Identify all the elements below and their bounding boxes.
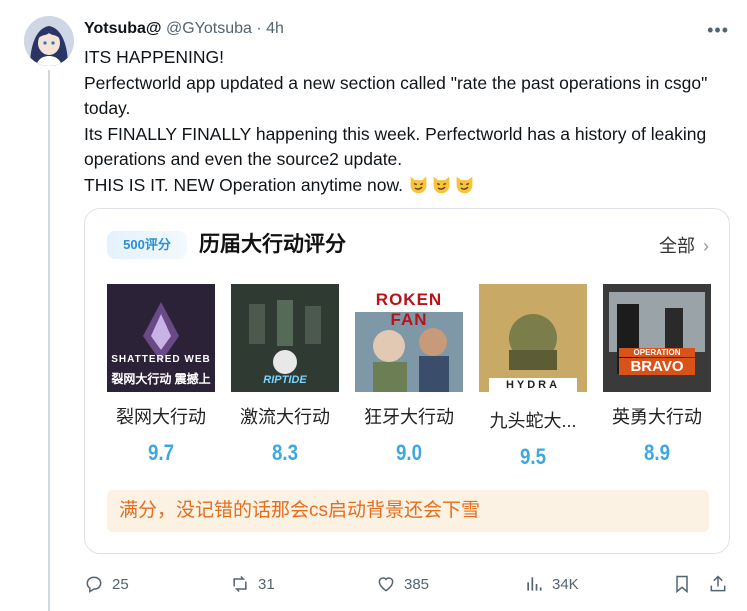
tweet-line: ITS HAPPENING! xyxy=(84,47,225,67)
operation-cover-image: ROKEN FAN xyxy=(355,284,463,392)
operation-name: 狂牙大行动 xyxy=(364,407,454,427)
author-name[interactable]: Yotsuba@ xyxy=(84,20,162,37)
smirking-cat-icon xyxy=(410,176,427,194)
operation-item[interactable]: HYDRA 九头蛇大... 9.5 xyxy=(479,284,587,470)
operation-name: 九头蛇大... xyxy=(489,411,577,431)
tweet-line: THIS IS IT. NEW Operation anytime now. xyxy=(84,173,734,199)
operation-name: 裂网大行动 xyxy=(116,407,206,427)
analytics-icon xyxy=(527,577,542,591)
share-button[interactable] xyxy=(708,571,736,597)
chevron-right-icon: › xyxy=(703,236,709,256)
like-count: 385 xyxy=(404,575,430,593)
cover-subtitle: 裂网大行动 震撼上 xyxy=(111,372,211,386)
retweet-icon xyxy=(233,575,247,593)
embedded-image-card[interactable]: 500评分 历届大行动评分 全部 › SHATTERED WEB 裂网大行动 震撼上… xyxy=(84,208,730,554)
operation-score: 9.7 xyxy=(147,440,175,465)
smirking-cat-icon xyxy=(456,176,473,194)
section-title: 历届大行动评分 xyxy=(199,233,346,256)
smirking-cat-icon xyxy=(433,176,450,194)
operation-score: 8.3 xyxy=(271,440,299,465)
operation-cover-image: RIPTIDE xyxy=(231,284,339,392)
operation-cover-image: OPERATION BRAVO xyxy=(603,284,711,392)
score-badge: 500评分 xyxy=(107,231,187,259)
operation-item[interactable]: ROKEN FAN 狂牙大行动 9.0 xyxy=(355,284,463,466)
operation-item[interactable]: SHATTERED WEB 裂网大行动 震撼上裂网大行动 9.7 xyxy=(107,284,215,466)
cover-title: ROKEN FAN xyxy=(375,290,443,329)
like-button[interactable]: 385 xyxy=(376,571,429,597)
operation-score: 9.0 xyxy=(395,440,423,465)
retweet-count: 31 xyxy=(258,575,275,593)
reply-count: 25 xyxy=(112,575,129,593)
cover-title: RIPTIDE xyxy=(263,374,307,386)
view-count: 34K xyxy=(552,575,579,593)
avatar[interactable] xyxy=(24,16,74,66)
tweet-line: Its FINALLY FINALLY happening this week.… xyxy=(84,123,707,170)
reply-icon xyxy=(86,576,102,593)
operation-item[interactable]: OPERATION BRAVO 英勇大行动 8.9 xyxy=(603,284,711,466)
bookmark-icon xyxy=(676,575,688,594)
header-separator: · xyxy=(256,20,262,37)
share-icon xyxy=(710,575,726,592)
operation-score: 9.5 xyxy=(519,444,547,469)
cover-title: SHATTERED WEB xyxy=(111,354,211,365)
reply-button[interactable]: 25 xyxy=(84,571,129,597)
views-button[interactable]: 34K xyxy=(524,571,579,597)
bookmark-button[interactable] xyxy=(672,571,700,597)
tweet-header: Yotsuba@ @GYotsuba · 4h xyxy=(84,19,284,39)
cover-subtitle: OPERATION xyxy=(619,348,695,357)
tweet-line: Perfectworld app updated a new section c… xyxy=(84,72,708,119)
author-handle[interactable]: @GYotsuba xyxy=(166,20,252,37)
operation-item[interactable]: RIPTIDE 激流大行动 8.3 xyxy=(231,284,339,466)
heart-icon xyxy=(378,577,394,592)
view-all-link[interactable]: 全部 › xyxy=(659,233,709,259)
more-options-icon[interactable]: ••• xyxy=(707,20,729,41)
comment-note: 满分，没记错的话那会cs启动背景还会下雪 xyxy=(107,490,709,532)
cover-title: HYDRA xyxy=(489,378,577,392)
operation-name: 激流大行动 xyxy=(240,407,330,427)
cover-title: BRAVO xyxy=(619,358,695,375)
operation-cover-image: HYDRA xyxy=(479,284,587,392)
tweet-actions: 25 31 385 34K xyxy=(84,571,734,597)
operation-score: 8.9 xyxy=(643,440,671,465)
tweet-time[interactable]: 4h xyxy=(266,20,284,37)
retweet-button[interactable]: 31 xyxy=(230,571,275,597)
tweet-text: ITS HAPPENING! Perfectworld app updated … xyxy=(84,45,734,199)
operation-cover-image: SHATTERED WEB 裂网大行动 震撼上 xyxy=(107,284,215,392)
thread-line xyxy=(48,70,50,611)
operation-name: 英勇大行动 xyxy=(612,407,702,427)
